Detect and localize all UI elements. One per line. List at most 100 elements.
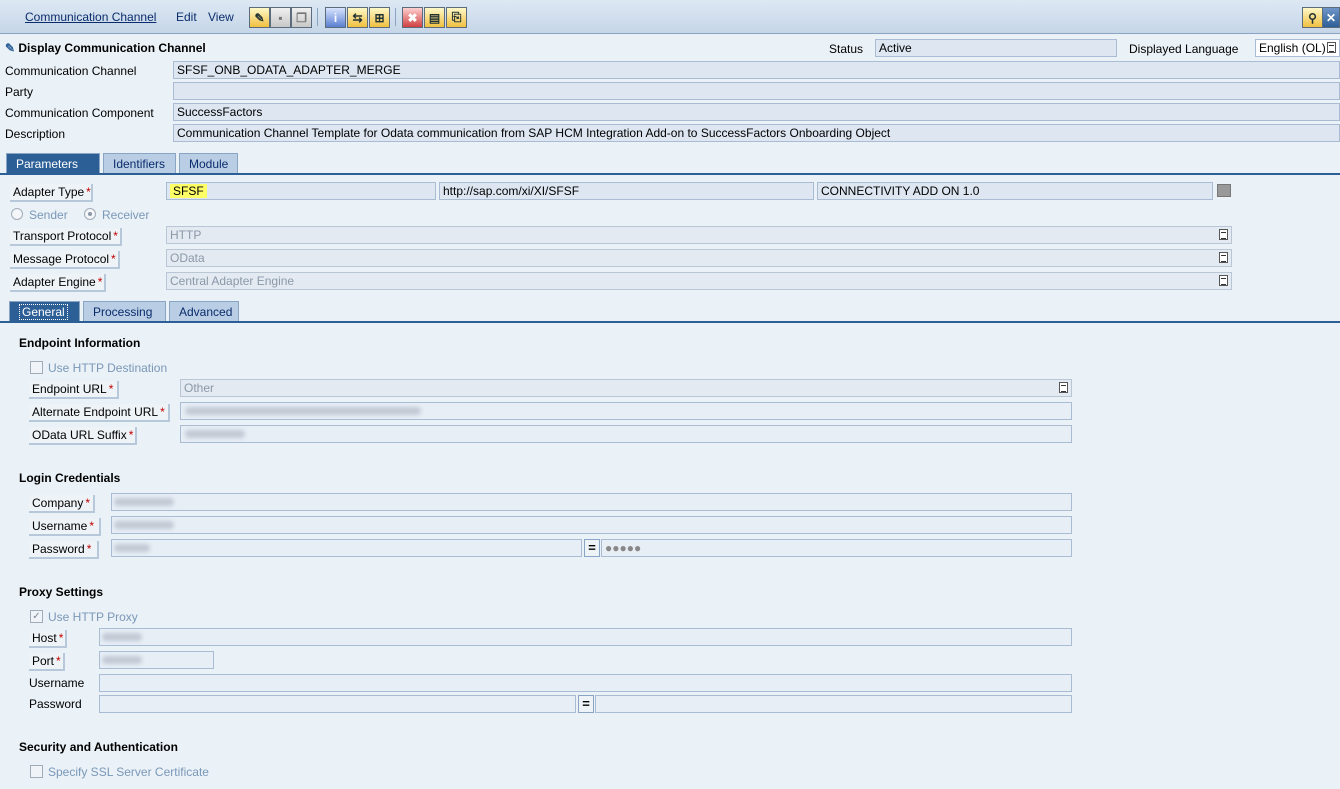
password-confirm-equals-icon: = — [584, 539, 600, 557]
language-value: English (OL) — [1259, 41, 1326, 55]
message-protocol-label[interactable]: Message Protocol * — [10, 251, 120, 269]
menu-view[interactable]: View — [208, 10, 234, 24]
tab-general[interactable]: General — [9, 301, 80, 322]
toolbar-separator — [395, 8, 396, 26]
password-label-text: Password — [32, 542, 85, 556]
tab-processing[interactable]: Processing — [83, 301, 166, 322]
endpoint-url-select[interactable]: Other — [180, 379, 1072, 397]
proxy-password-field[interactable] — [99, 695, 576, 713]
delete-icon[interactable]: ✖ — [402, 7, 423, 28]
port-field[interactable] — [99, 651, 214, 669]
dropdown-icon[interactable] — [1219, 229, 1228, 240]
dropdown-icon[interactable] — [1327, 42, 1336, 53]
transport-protocol-select[interactable]: HTTP — [166, 226, 1232, 244]
use-http-destination-checkbox[interactable] — [30, 361, 43, 374]
required-marker: * — [58, 631, 64, 645]
required-marker: * — [108, 382, 114, 396]
adapter-type-label-text: Adapter Type — [13, 185, 85, 199]
use-http-proxy-checkbox[interactable]: ✓ — [30, 610, 43, 623]
menu-communication-channel[interactable]: Communication Channel — [25, 10, 156, 24]
required-marker: * — [160, 405, 165, 419]
security-section-title: Security and Authentication — [19, 740, 178, 754]
adapter-swcv-field: CONNECTIVITY ADD ON 1.0 — [817, 182, 1213, 200]
port-label-text: Port — [32, 654, 55, 668]
menu-edit[interactable]: Edit — [176, 10, 197, 24]
language-label: Displayed Language — [1129, 42, 1239, 56]
password-label[interactable]: Password * — [29, 541, 99, 559]
redacted-value — [114, 498, 174, 506]
dropdown-icon[interactable] — [1219, 252, 1228, 263]
username-field[interactable] — [111, 516, 1072, 534]
description-label: Description — [5, 127, 66, 141]
adapter-type-value: SFSF — [170, 184, 207, 198]
odata-suffix-label-text: OData URL Suffix — [32, 428, 127, 442]
status-field: Active — [875, 39, 1117, 57]
receiver-label: Receiver — [102, 208, 150, 222]
username-label-text: Username — [32, 519, 88, 533]
adapter-engine-value: Central Adapter Engine — [170, 274, 295, 288]
transport-protocol-label[interactable]: Transport Protocol * — [10, 228, 122, 246]
odata-suffix-field[interactable] — [180, 425, 1072, 443]
odata-suffix-label[interactable]: OData URL Suffix * — [29, 427, 137, 445]
required-marker: * — [97, 275, 103, 289]
page-title-text: Display Communication Channel — [18, 41, 206, 55]
proxy-password-confirm-field[interactable] — [595, 695, 1072, 713]
info-icon[interactable]: i — [325, 7, 346, 28]
message-protocol-label-text: Message Protocol — [13, 252, 110, 266]
host-label-text: Host — [32, 631, 57, 645]
adapter-namespace-field: http://sap.com/xi/XI/SFSF — [439, 182, 814, 200]
party-label: Party — [5, 85, 34, 99]
alternate-endpoint-field[interactable] — [180, 402, 1072, 420]
toolbar-separator — [317, 8, 318, 26]
menu-communication-channel-label: Communication Channel — [25, 10, 157, 24]
proxy-section-title: Proxy Settings — [19, 585, 104, 599]
company-field[interactable] — [111, 493, 1072, 511]
username-label[interactable]: Username * — [29, 518, 101, 536]
tab-parameters[interactable]: Parameters — [6, 153, 100, 174]
adapter-engine-label[interactable]: Adapter Engine * — [10, 274, 106, 292]
copy-icon[interactable]: ❐ — [291, 7, 312, 28]
required-marker: * — [111, 252, 116, 266]
transport-protocol-label-text: Transport Protocol — [13, 229, 112, 243]
tab-identifiers[interactable]: Identifiers — [103, 153, 176, 174]
required-marker: * — [89, 519, 95, 533]
host-field[interactable] — [99, 628, 1072, 646]
adapter-type-field[interactable]: SFSF — [166, 182, 436, 200]
adapter-engine-select[interactable]: Central Adapter Engine — [166, 272, 1232, 290]
pin-icon[interactable]: ⚲ — [1302, 7, 1323, 28]
alternate-endpoint-label[interactable]: Alternate Endpoint URL * — [29, 404, 170, 422]
password-confirm-field[interactable]: ●●●●● — [601, 539, 1072, 557]
use-http-destination-label: Use HTTP Destination — [48, 361, 168, 375]
tab-advanced[interactable]: Advanced — [169, 301, 239, 322]
company-label[interactable]: Company * — [29, 495, 95, 513]
edit-pencil-icon[interactable]: ✎ — [249, 7, 270, 28]
message-protocol-select[interactable]: OData — [166, 249, 1232, 267]
language-select[interactable]: English (OL) — [1255, 39, 1340, 57]
save-icon[interactable]: ▪ — [270, 7, 291, 28]
company-label-text: Company — [32, 496, 84, 510]
proxy-username-field[interactable] — [99, 674, 1072, 692]
sender-radio[interactable] — [11, 208, 23, 220]
copy-value-icon[interactable] — [1217, 184, 1231, 197]
receiver-radio[interactable] — [84, 208, 96, 220]
message-protocol-value: OData — [170, 251, 205, 265]
tab-module[interactable]: Module — [179, 153, 238, 174]
redacted-value — [185, 430, 245, 438]
component-field: SuccessFactors — [173, 103, 1340, 121]
specify-ssl-checkbox[interactable] — [30, 765, 43, 778]
display-icon[interactable]: ▤ — [424, 7, 445, 28]
adapter-type-label[interactable]: Adapter Type * — [10, 184, 93, 202]
channel-field: SFSF_ONB_ODATA_ADAPTER_MERGE — [173, 61, 1340, 79]
close-icon[interactable]: ✕ — [1322, 7, 1340, 28]
history-icon[interactable]: ⎘ — [446, 7, 467, 28]
host-label[interactable]: Host * — [29, 630, 67, 648]
compare-icon[interactable]: ⊞ — [369, 7, 390, 28]
port-label[interactable]: Port * — [29, 653, 65, 671]
dropdown-icon[interactable] — [1059, 382, 1068, 393]
dropdown-icon[interactable] — [1219, 275, 1228, 286]
redacted-value — [102, 633, 142, 641]
password-field[interactable] — [111, 539, 582, 557]
where-used-icon[interactable]: ⇆ — [347, 7, 368, 28]
required-marker: * — [86, 185, 91, 199]
endpoint-url-label[interactable]: Endpoint URL * — [29, 381, 119, 399]
